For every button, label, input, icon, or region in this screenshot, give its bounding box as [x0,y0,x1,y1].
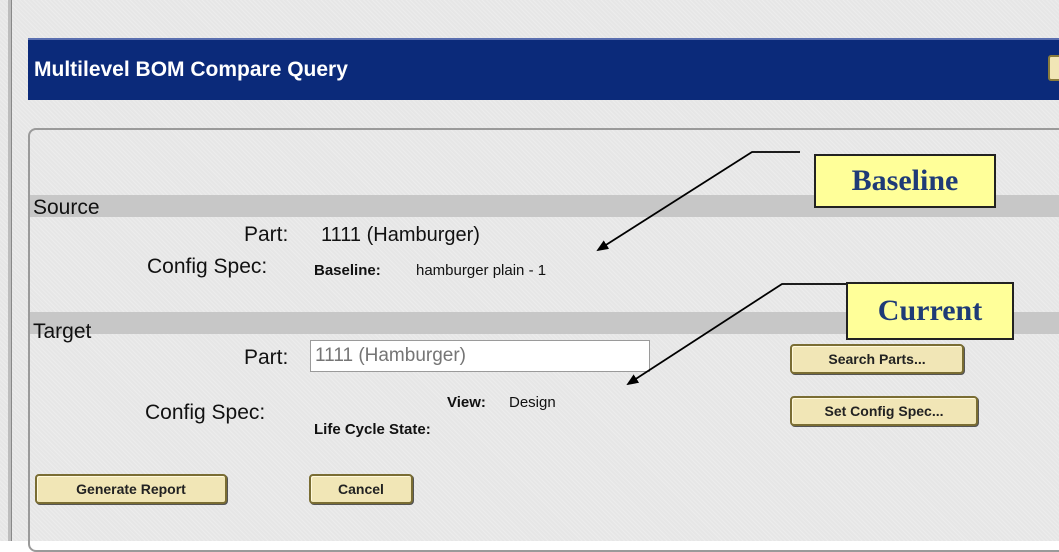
current-callout: Current [846,282,1014,340]
current-arrow [626,283,846,386]
baseline-callout: Baseline [814,154,996,208]
baseline-arrow [596,151,800,252]
annotation-arrows [596,151,846,386]
